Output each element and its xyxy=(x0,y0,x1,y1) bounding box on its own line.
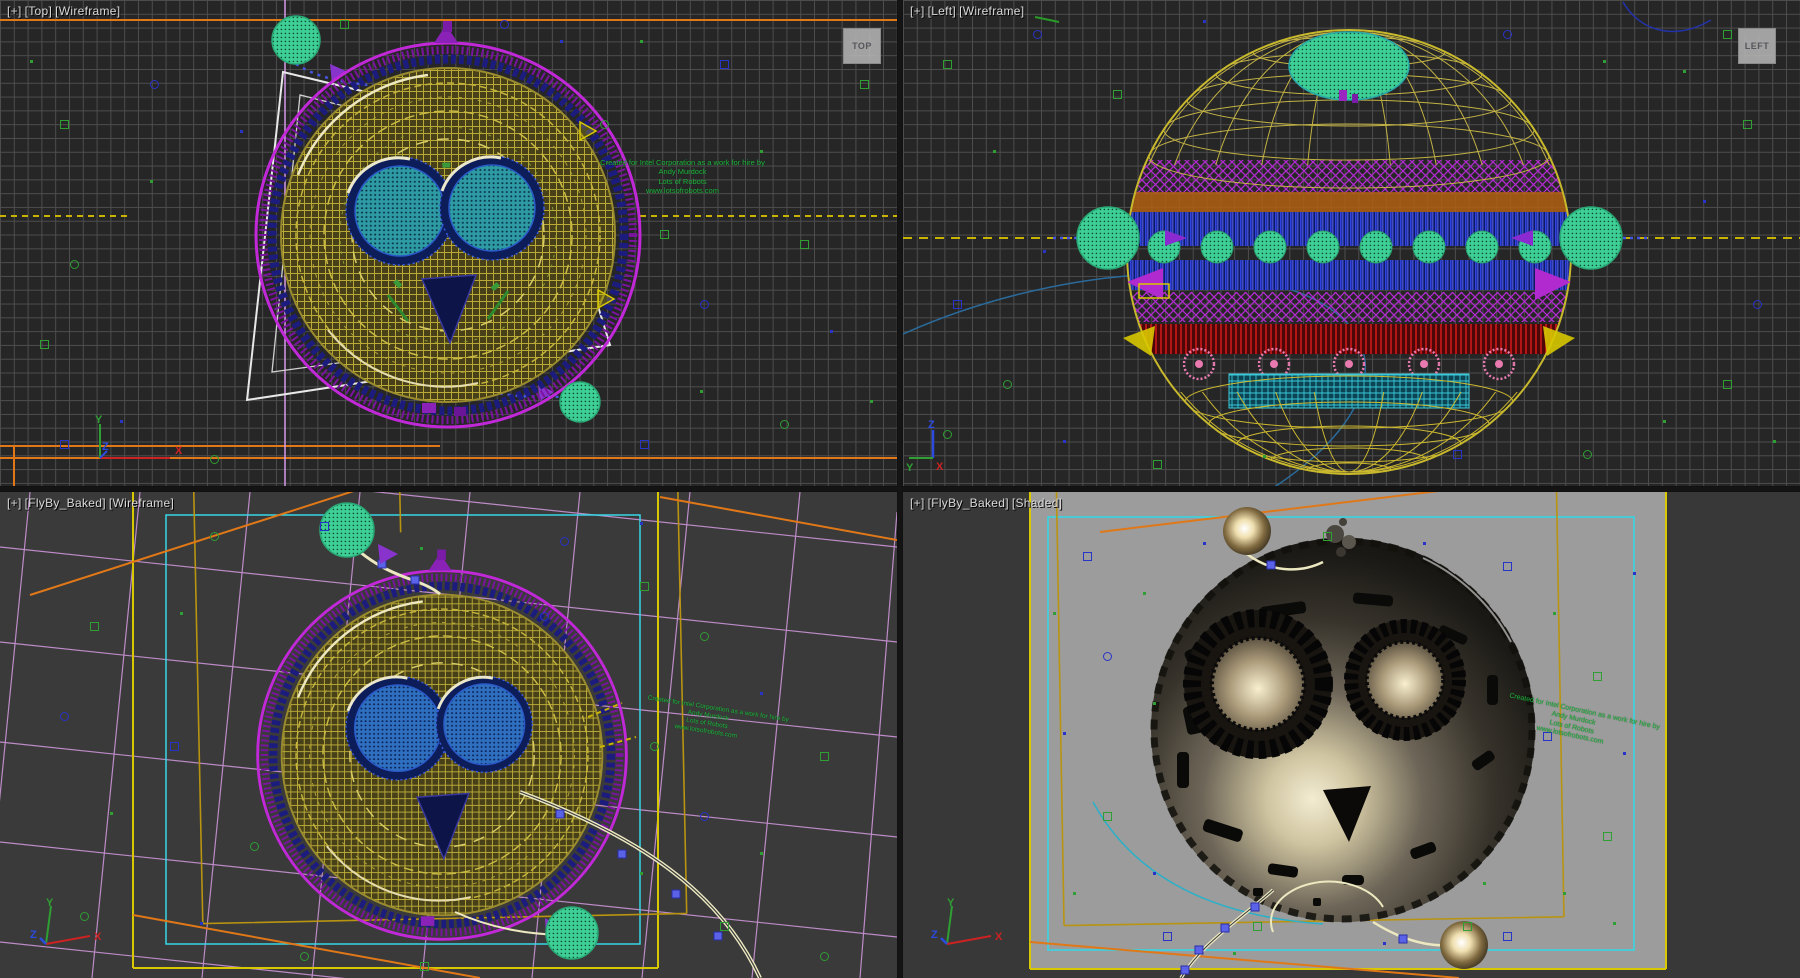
viewport-menu-icon[interactable]: [+] xyxy=(910,496,925,510)
left-eye xyxy=(346,157,454,265)
teal-ball xyxy=(560,382,600,422)
viewport-flyby-wireframe[interactable]: Created for Intel Corporation as a work … xyxy=(0,492,897,978)
axis-label-y: Y xyxy=(947,898,955,909)
station-sphere-wireframe xyxy=(1123,30,1575,477)
viewport-shading-label[interactable]: [Wireframe] xyxy=(959,4,1024,18)
axis-tripod: Z Y X xyxy=(905,418,975,474)
viewport-label-flyby-wireframe[interactable]: [+][FlyBy_Baked][Wireframe] xyxy=(7,496,177,510)
teal-ball xyxy=(320,503,374,557)
axis-label-z: Z xyxy=(931,929,938,941)
viewport-pov-label[interactable]: [Left] xyxy=(928,4,956,18)
axis-label-x: X xyxy=(936,461,944,473)
viewcube-left[interactable]: LEFT xyxy=(1738,28,1776,64)
right-eye xyxy=(440,156,544,260)
axis-label-y: Y xyxy=(95,414,103,426)
viewport-menu-icon[interactable]: [+] xyxy=(7,496,22,510)
shiny-ball xyxy=(1440,921,1488,969)
axis-label-z: Z xyxy=(30,929,37,941)
viewport-flyby-shaded[interactable]: Created for Intel Corporation as a work … xyxy=(903,492,1800,978)
teal-ball xyxy=(1077,207,1139,269)
viewcube-face-label[interactable]: LEFT xyxy=(1745,41,1770,51)
axis-tripod: Y X Z xyxy=(929,898,1009,956)
viewport-menu-icon[interactable]: [+] xyxy=(910,4,925,18)
teal-ball xyxy=(546,907,598,959)
left-view-scene xyxy=(903,0,1800,486)
teal-ball xyxy=(1560,207,1622,269)
shiny-ball xyxy=(1223,507,1271,555)
viewcube-face-label[interactable]: TOP xyxy=(852,41,872,51)
axis-label-x: X xyxy=(995,931,1003,943)
axis-tripod: Y X Z xyxy=(28,898,108,956)
right-eye xyxy=(1345,620,1465,740)
viewport-shading-label[interactable]: [Wireframe] xyxy=(109,496,174,510)
left-eye xyxy=(1184,610,1332,758)
viewport-shading-label[interactable]: [Wireframe] xyxy=(55,4,120,18)
viewport-top[interactable]: Created for Intel Corporation as a work … xyxy=(0,0,897,486)
viewport-label-flyby-shaded[interactable]: [+][FlyBy_Baked][Shaded] xyxy=(910,496,1065,510)
axis-label-z: Z xyxy=(102,441,109,453)
axis-label-x: X xyxy=(94,931,102,943)
axis-tripod: Y X Z xyxy=(90,414,190,466)
viewport-layout: Created for Intel Corporation as a work … xyxy=(0,0,1800,978)
viewcube-top[interactable]: TOP xyxy=(843,28,881,64)
axis-label-y: Y xyxy=(906,462,914,474)
watermark-text: Created for Intel Corporation as a work … xyxy=(585,158,780,196)
flyby-shaded-scene xyxy=(903,492,1800,978)
axis-label-x: X xyxy=(175,445,183,457)
viewport-menu-icon[interactable]: [+] xyxy=(7,4,22,18)
viewport-pov-label[interactable]: [FlyBy_Baked] xyxy=(25,496,106,510)
viewport-pov-label[interactable]: [Top] xyxy=(25,4,53,18)
axis-label-y: Y xyxy=(46,898,54,909)
axis-label-z: Z xyxy=(928,419,935,431)
viewport-left[interactable]: [+][Left][Wireframe] LEFT Z Y X xyxy=(903,0,1800,486)
viewport-label-left[interactable]: [+][Left][Wireframe] xyxy=(910,4,1027,18)
top-dome xyxy=(1289,32,1409,100)
viewport-label-top[interactable]: [+][Top][Wireframe] xyxy=(7,4,123,18)
teal-ball xyxy=(272,16,320,64)
viewport-pov-label[interactable]: [FlyBy_Baked] xyxy=(928,496,1009,510)
viewport-shading-label[interactable]: [Shaded] xyxy=(1012,496,1062,510)
